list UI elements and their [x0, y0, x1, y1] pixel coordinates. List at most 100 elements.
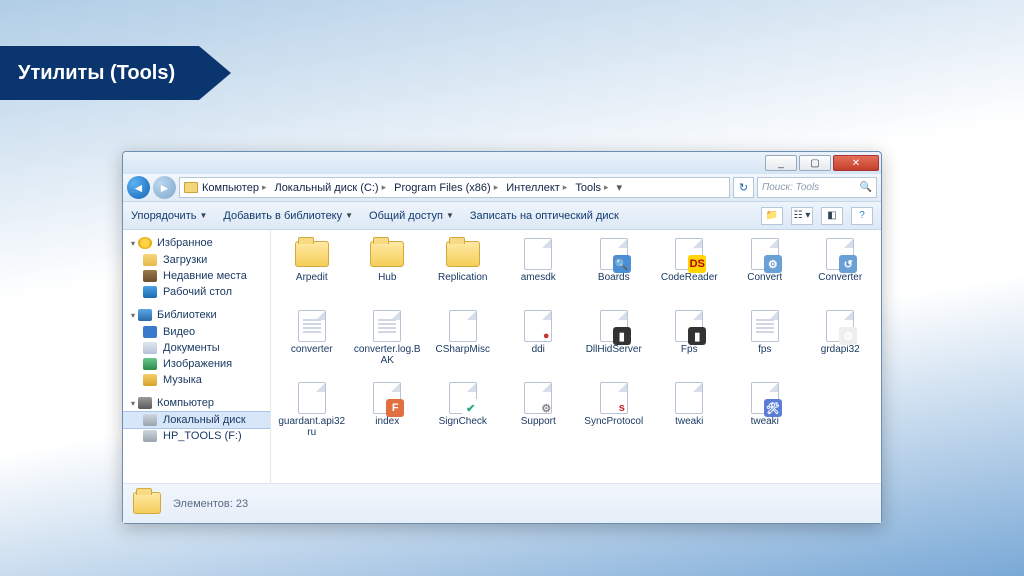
file-item[interactable]: ✔SignCheck [426, 380, 500, 448]
new-folder-button[interactable]: 📁 [761, 207, 783, 225]
sidebar-group-computer[interactable]: Компьютер [123, 394, 270, 412]
file-item-label: index [375, 416, 399, 427]
banner-arrow [199, 46, 231, 100]
maximize-button[interactable]: ▢ [799, 155, 831, 171]
file-item-label: grdapi32 [821, 344, 860, 355]
breadcrumb-segment[interactable]: Tools▸ [571, 182, 612, 194]
file-item[interactable]: 🛠tweaki [728, 380, 802, 448]
folder-icon [184, 182, 198, 193]
minimize-button[interactable]: _ [765, 155, 797, 171]
file-item[interactable]: ⚙ Convert [728, 236, 802, 304]
search-icon: 🔍 [860, 182, 872, 193]
folder-icon [133, 492, 163, 516]
file-item[interactable]: amesdk [502, 236, 576, 304]
sidebar-group-favorites[interactable]: Избранное [123, 234, 270, 252]
file-item[interactable]: converter.log.BAK [351, 308, 425, 376]
breadcrumb-segment[interactable]: Компьютер▸ [198, 182, 270, 194]
toolbar-burn[interactable]: Записать на оптический диск [470, 210, 619, 222]
file-icon: s [596, 382, 632, 414]
sidebar-item-local-disk[interactable]: Локальный диск [123, 412, 270, 428]
toolbar-add-library[interactable]: Добавить в библиотеку▼ [223, 210, 353, 222]
file-icon: ⚙ [520, 382, 556, 414]
file-item[interactable]: ⚙grdapi32 [804, 308, 878, 376]
sidebar-item-desktop[interactable]: Рабочий стол [123, 284, 270, 300]
breadcrumb-segment[interactable]: Интеллект▸ [502, 182, 571, 194]
file-item[interactable]: Hub [351, 236, 425, 304]
sidebar-item-downloads[interactable]: Загрузки [123, 252, 270, 268]
sidebar-item-music[interactable]: Музыка [123, 372, 270, 388]
disk-icon [143, 414, 157, 426]
file-icon: ⚙ [747, 238, 783, 270]
file-item-label: Fps [681, 344, 698, 355]
recent-icon [143, 270, 157, 282]
file-item[interactable]: Replication [426, 236, 500, 304]
file-item-label: DllHidServer [586, 344, 642, 355]
file-item-label: tweaki [751, 416, 779, 427]
file-item-label: SyncProtocol [584, 416, 643, 427]
file-item-label: tweaki [675, 416, 703, 427]
file-item-label: Convert [747, 272, 782, 283]
folder-icon [369, 238, 405, 270]
file-item-label: SignCheck [439, 416, 487, 427]
file-item[interactable]: ▮DllHidServer [577, 308, 651, 376]
file-item[interactable]: ▮Fps [653, 308, 727, 376]
refresh-button[interactable]: ↻ [733, 177, 754, 198]
file-icon [671, 382, 707, 414]
breadcrumb-segment[interactable]: Локальный диск (C:)▸ [270, 182, 390, 194]
file-item-label: ddi [532, 344, 545, 355]
file-item[interactable]: converter [275, 308, 349, 376]
file-item[interactable]: tweaki [653, 380, 727, 448]
file-list[interactable]: Arpedit Hub Replicationamesdk 🔍 Boards DSCode… [271, 230, 881, 483]
status-text: Элементов: 23 [173, 498, 248, 510]
breadcrumb-dropdown[interactable]: ▾ [613, 181, 627, 194]
toolbar-organize[interactable]: Упорядочить▼ [131, 210, 207, 222]
sidebar-item-documents[interactable]: Документы [123, 340, 270, 356]
sidebar-item-videos[interactable]: Видео [123, 324, 270, 340]
file-item[interactable]: guardant.api32ru [275, 380, 349, 448]
breadcrumb-segment[interactable]: Program Files (x86)▸ [390, 182, 502, 194]
file-item[interactable]: CSharpMisc [426, 308, 500, 376]
file-item-label: Hub [378, 272, 396, 283]
file-item[interactable]: fps [728, 308, 802, 376]
help-button[interactable]: ? [851, 207, 873, 225]
navigation-pane: Избранное Загрузки Недавние места Рабочи… [123, 230, 271, 483]
nav-back-button[interactable]: ◄ [127, 176, 150, 199]
desktop-icon [143, 286, 157, 298]
toolbar-share[interactable]: Общий доступ▼ [369, 210, 454, 222]
sidebar-item-recent[interactable]: Недавние места [123, 268, 270, 284]
file-icon: 🔍 [596, 238, 632, 270]
window-body: Избранное Загрузки Недавние места Рабочи… [123, 230, 881, 483]
file-item[interactable]: 🔍 Boards [577, 236, 651, 304]
view-options-button[interactable]: ☷ ▾ [791, 207, 813, 225]
file-item[interactable]: s SyncProtocol [577, 380, 651, 448]
file-item[interactable]: ⚙Support [502, 380, 576, 448]
file-item[interactable]: ● ddi [502, 308, 576, 376]
status-bar: Элементов: 23 [123, 483, 881, 523]
disk-icon [143, 430, 157, 442]
file-icon [445, 310, 481, 342]
sidebar-item-pictures[interactable]: Изображения [123, 356, 270, 372]
preview-pane-button[interactable]: ◧ [821, 207, 843, 225]
explorer-window: _ ▢ ✕ ◄ ► Компьютер▸ Локальный диск (C:)… [122, 151, 882, 524]
file-item[interactable]: Arpedit [275, 236, 349, 304]
file-item[interactable]: Findex [351, 380, 425, 448]
breadcrumb[interactable]: Компьютер▸ Локальный диск (C:)▸ Program … [179, 177, 730, 198]
nav-forward-button[interactable]: ► [153, 176, 176, 199]
file-item-label: Boards [598, 272, 630, 283]
folder-icon [445, 238, 481, 270]
sidebar-group-libraries[interactable]: Библиотеки [123, 306, 270, 324]
file-icon: F [369, 382, 405, 414]
star-icon [138, 237, 152, 249]
close-button[interactable]: ✕ [833, 155, 879, 171]
toolbar: Упорядочить▼ Добавить в библиотеку▼ Общи… [123, 202, 881, 230]
file-icon [747, 310, 783, 342]
file-icon: ● [520, 310, 556, 342]
file-item[interactable]: ↺Converter [804, 236, 878, 304]
file-icon [294, 382, 330, 414]
search-input[interactable]: Поиск: Tools 🔍 [757, 177, 877, 198]
pictures-icon [143, 358, 157, 370]
sidebar-item-hp-tools[interactable]: HP_TOOLS (F:) [123, 428, 270, 444]
file-item-label: converter [291, 344, 333, 355]
file-item[interactable]: DSCodeReader [653, 236, 727, 304]
file-item-label: Arpedit [296, 272, 328, 283]
